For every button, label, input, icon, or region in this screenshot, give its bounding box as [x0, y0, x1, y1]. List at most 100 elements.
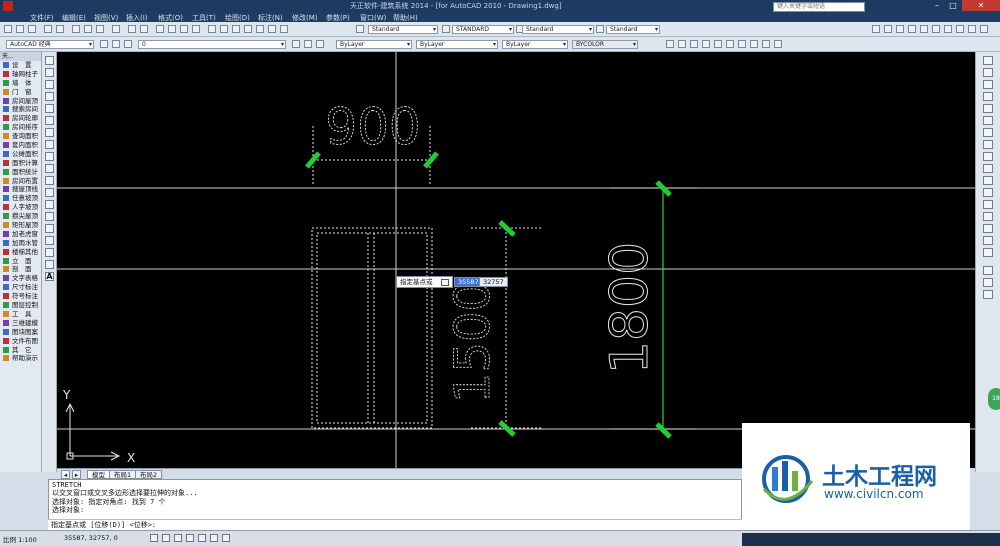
insert-block-icon[interactable]	[45, 188, 54, 197]
tch-tool-icon-7[interactable]	[944, 25, 952, 33]
tch-tool-icon-2[interactable]	[884, 25, 892, 33]
extend-icon[interactable]	[983, 176, 993, 185]
join-icon[interactable]	[983, 212, 993, 221]
pan-icon[interactable]	[156, 25, 164, 33]
zoom-previous-icon[interactable]	[192, 25, 200, 33]
status-toggle-icon-6[interactable]	[210, 534, 218, 542]
tab-first-arrow-icon[interactable]: ◂	[61, 470, 70, 479]
linetype-select[interactable]: ByLayer	[416, 40, 498, 49]
palette-item[interactable]: 面积计算	[0, 159, 41, 168]
palette-item[interactable]: 图块图案	[0, 328, 41, 337]
palette-item[interactable]: 轴网柱子	[0, 70, 41, 79]
palette-item[interactable]: 公摊面积	[0, 150, 41, 159]
tab-layout1[interactable]: 布局1	[109, 470, 137, 479]
open-file-icon[interactable]	[16, 25, 24, 33]
minimize-button[interactable]: –	[930, 0, 944, 11]
multiline-text-icon[interactable]: A	[45, 272, 54, 281]
make-current-layer-icon[interactable]	[292, 40, 300, 48]
copy-icon[interactable]	[84, 25, 92, 33]
design-center-icon[interactable]	[220, 25, 228, 33]
tch-tool-icon-10[interactable]	[980, 25, 988, 33]
palette-item[interactable]: 查询面积	[0, 132, 41, 141]
tch-tool-icon-1[interactable]	[872, 25, 880, 33]
tab-next-arrow-icon[interactable]: ▸	[72, 470, 81, 479]
layer-state-icon[interactable]	[124, 40, 132, 48]
explode-icon[interactable]	[983, 248, 993, 257]
palette-item[interactable]: 加老虎窗	[0, 230, 41, 239]
palette-item[interactable]: 任意坡顶	[0, 194, 41, 203]
status-toggle-icon-4[interactable]	[186, 534, 194, 542]
tch-tool-icon-8[interactable]	[956, 25, 964, 33]
palette-item[interactable]: 设 置	[0, 61, 41, 70]
cut-icon[interactable]	[72, 25, 80, 33]
construction-line-icon[interactable]	[45, 68, 54, 77]
stretch-icon[interactable]	[983, 152, 993, 161]
match-properties-icon[interactable]	[112, 25, 120, 33]
color-select[interactable]: ByLayer	[336, 40, 412, 49]
trim-icon[interactable]	[983, 164, 993, 173]
status-toggle-icon-7[interactable]	[222, 534, 230, 542]
zoom-realtime-icon[interactable]	[168, 25, 176, 33]
rotate-icon[interactable]	[983, 128, 993, 137]
break-icon[interactable]	[983, 200, 993, 209]
move-icon[interactable]	[983, 116, 993, 125]
palette-item[interactable]: 文字表格	[0, 274, 41, 283]
layer-tool-icon-5[interactable]	[714, 40, 722, 48]
circle-icon[interactable]	[45, 128, 54, 137]
ellipse-arc-icon[interactable]	[45, 176, 54, 185]
status-toggle-icon-3[interactable]	[174, 534, 182, 542]
palette-item[interactable]: 搜索房间	[0, 105, 41, 114]
palette-item[interactable]: 工 具	[0, 310, 41, 319]
layer-tool-icon-4[interactable]	[702, 40, 710, 48]
status-toggle-icon-2[interactable]	[162, 534, 170, 542]
scale-readout[interactable]: 比例 1:100	[3, 534, 37, 544]
point-icon[interactable]	[45, 212, 54, 221]
layer-tool-icon-1[interactable]	[666, 40, 674, 48]
tch-tool-icon-5[interactable]	[920, 25, 928, 33]
palette-item[interactable]: 墙 体	[0, 79, 41, 88]
table-style-select[interactable]: Standard	[522, 25, 594, 34]
palette-item[interactable]: 加雨水管	[0, 239, 41, 248]
options-down-arrow-icon[interactable]	[440, 278, 449, 286]
layer-tool-icon-3[interactable]	[690, 40, 698, 48]
offset-icon[interactable]	[983, 92, 993, 101]
tch-tool-icon-3[interactable]	[896, 25, 904, 33]
preview-icon[interactable]	[56, 25, 64, 33]
app-menu-icon[interactable]	[3, 1, 13, 11]
workspace-select[interactable]: AutoCAD 经典	[6, 40, 94, 49]
tch-tool-icon-4[interactable]	[908, 25, 916, 33]
markup-icon[interactable]	[256, 25, 264, 33]
layer-isolate-icon[interactable]	[316, 40, 324, 48]
layer-tool-icon-8[interactable]	[750, 40, 758, 48]
palette-item[interactable]: 套内面积	[0, 141, 41, 150]
polyline-icon[interactable]	[45, 80, 54, 89]
plotstyle-select[interactable]: BYCOLOR	[572, 40, 638, 49]
layer-tool-icon-9[interactable]	[762, 40, 770, 48]
hatch-icon[interactable]	[45, 224, 54, 233]
make-block-icon[interactable]	[45, 200, 54, 209]
break-at-point-icon[interactable]	[983, 188, 993, 197]
chamfer-icon[interactable]	[983, 224, 993, 233]
side-tool-icon-1[interactable]	[983, 266, 993, 275]
arc-icon[interactable]	[45, 116, 54, 125]
search-input[interactable]: 键入关键字或短语	[773, 2, 865, 12]
palette-item[interactable]: 人字坡顶	[0, 203, 41, 212]
layer-tool-icon-6[interactable]	[726, 40, 734, 48]
command-input[interactable]: 指定基点或 [位移(D)] <位移>:	[48, 519, 742, 530]
window-object[interactable]	[311, 227, 433, 429]
help-icon[interactable]	[280, 25, 288, 33]
palette-item[interactable]: 房间排序	[0, 123, 41, 132]
side-tool-icon-3[interactable]	[983, 290, 993, 299]
palette-item[interactable]: 符号标注	[0, 292, 41, 301]
notification-badge[interactable]: 18	[988, 388, 1000, 410]
polygon-icon[interactable]	[45, 92, 54, 101]
redo-icon[interactable]	[140, 25, 148, 33]
tch-tool-icon-9[interactable]	[968, 25, 976, 33]
rectangle-icon[interactable]	[45, 104, 54, 113]
save-icon[interactable]	[28, 25, 36, 33]
layer-tool-icon-7[interactable]	[738, 40, 746, 48]
tool-palettes-icon[interactable]	[232, 25, 240, 33]
dynamic-input-y-field[interactable]: 32757	[479, 277, 508, 287]
undo-icon[interactable]	[128, 25, 136, 33]
status-toggle-icon-5[interactable]	[198, 534, 206, 542]
